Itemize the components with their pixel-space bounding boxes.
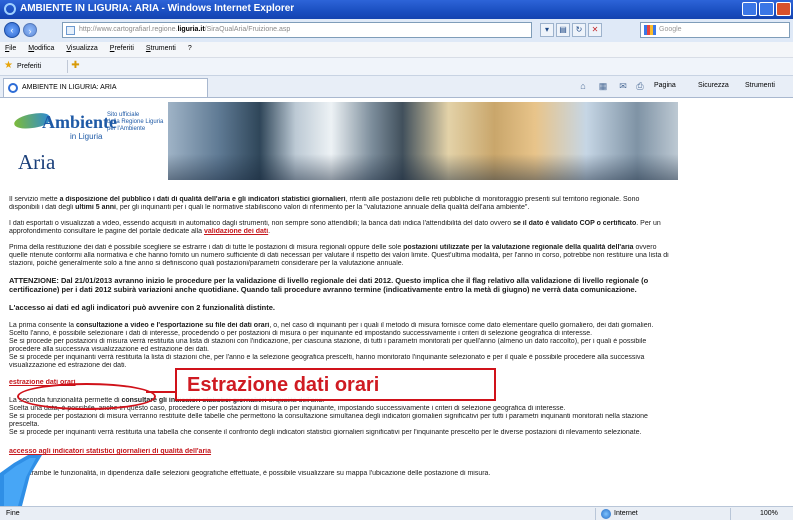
tab-bar: AMBIENTE IN LIGURIA: ARIA ⌂ ▦ ✉ ⎙ Pagina… xyxy=(0,76,793,98)
url-prefix: http://www.cartografiarl.regione. xyxy=(79,26,178,33)
first-function-line1: La prima consente la consultazione a vid… xyxy=(9,322,654,329)
map-paragraph: Per entrambe le funzionalità, in dipende… xyxy=(9,470,491,477)
second-function-line5: Se si procede per inquinanti verrà resti… xyxy=(9,429,642,436)
first-function-line3: Se si procede per postazioni di misura v… xyxy=(9,338,647,345)
site-logo[interactable]: Ambiente in Liguria Sito ufficiale della… xyxy=(12,108,163,176)
access-heading: L'accesso ai dati ed agli indicatori può… xyxy=(9,303,276,312)
print-icon[interactable]: ⎙ xyxy=(634,80,646,92)
minimize-button[interactable] xyxy=(742,2,757,16)
callout-text: Estrazione dati orari xyxy=(187,374,380,396)
favorites-bar: ★ Preferiti ✚ xyxy=(0,58,793,76)
callout-connector xyxy=(146,391,177,393)
refresh-icon[interactable]: ↻ xyxy=(572,23,586,37)
internet-zone-icon xyxy=(601,509,611,519)
dropdown-arrow-icon[interactable]: ▾ xyxy=(540,23,554,37)
validation-link[interactable]: validazione dei dati xyxy=(204,228,268,235)
tools-menu[interactable]: Strumenti xyxy=(745,82,775,89)
validity-paragraph-line1: I dati esportati o visualizzati a video,… xyxy=(9,220,661,227)
menu-strumenti[interactable]: Strumenti xyxy=(146,45,176,57)
status-divider-2 xyxy=(730,508,731,520)
ie-logo-icon xyxy=(4,3,16,15)
logo-tagline: Sito ufficiale della Regione Liguria per… xyxy=(107,112,163,133)
url-suffix: /SiraQualAria/Fruizione.asp xyxy=(204,26,291,33)
compatibility-icon[interactable]: ▤ xyxy=(556,23,570,37)
forward-button[interactable]: › xyxy=(23,23,37,37)
search-placeholder: Google xyxy=(659,26,682,33)
daily-indicators-link-row: accesso agli indicatori statistici giorn… xyxy=(9,448,787,456)
add-favorite-icon[interactable]: ✚ xyxy=(67,60,83,73)
section-title: Aria xyxy=(18,150,56,174)
attention-line1: ATTENZIONE: Dal 21/01/2013 avranno inizi… xyxy=(9,276,649,285)
logo-subtitle: in Liguria xyxy=(70,132,103,141)
address-toolbar: ‹ › http://www.cartografiarl.regione.lig… xyxy=(0,19,793,42)
url-domain: liguria.it xyxy=(177,26,205,33)
favorites-button[interactable]: Preferiti xyxy=(17,63,41,70)
attention-line2: certificazione) per i dati 2012 subirà v… xyxy=(9,285,637,294)
site-header: Ambiente in Liguria Sito ufficiale della… xyxy=(0,98,793,180)
second-function-line3: Se si procede per postazioni di misura v… xyxy=(9,413,648,420)
second-function-line4: prescelta. xyxy=(9,421,40,428)
page-favicon-icon xyxy=(66,26,75,35)
security-menu[interactable]: Sicurezza xyxy=(698,82,729,89)
security-zone: Internet xyxy=(614,510,638,517)
zoom-level[interactable]: 100% xyxy=(760,510,778,517)
blue-pointer-arrow-icon xyxy=(0,455,42,506)
logo-tagline-1: Sito ufficiale xyxy=(107,112,140,118)
menu-visualizza[interactable]: Visualizza xyxy=(66,45,97,57)
first-function-line2: Scelto l'anno, è possibile selezionare i… xyxy=(9,330,593,337)
status-bar: Fine Internet 100% xyxy=(0,506,793,520)
first-function-line5: Se si procede per inquinanti verrà resti… xyxy=(9,354,645,361)
intro-paragraph-line1: Il servizio mette a disposizione del pub… xyxy=(9,196,640,203)
status-divider xyxy=(595,508,596,520)
stations-paragraph-line2: quelle ritenute conformi alla normativa … xyxy=(9,252,669,259)
favorites-star-icon[interactable]: ★ xyxy=(4,61,13,71)
feeds-icon[interactable]: ▦ xyxy=(597,80,609,92)
menu-modifica[interactable]: Modifica xyxy=(28,45,54,57)
logo-tagline-2: della Regione Liguria xyxy=(107,119,164,125)
menu-file[interactable]: File xyxy=(5,45,16,57)
stations-paragraph-line3: stazioni, poiché generalmente solo a fin… xyxy=(9,260,404,267)
validity-paragraph-line2: approfondimento consultare le pagine del… xyxy=(9,228,271,235)
status-text: Fine xyxy=(6,510,20,517)
google-icon xyxy=(644,25,656,35)
home-icon[interactable]: ⌂ xyxy=(577,80,589,92)
callout-box: Estrazione dati orari xyxy=(175,368,496,401)
back-button[interactable]: ‹ xyxy=(4,22,20,38)
mail-icon[interactable]: ✉ xyxy=(617,80,629,92)
menu-help[interactable]: ? xyxy=(188,45,192,57)
logo-title: Ambiente xyxy=(42,112,117,132)
page-content: Ambiente in Liguria Sito ufficiale della… xyxy=(0,98,793,506)
menu-bar: File Modifica Visualizza Preferiti Strum… xyxy=(0,42,793,58)
window-controls xyxy=(742,2,791,16)
tab-ambiente-aria[interactable]: AMBIENTE IN LIGURIA: ARIA xyxy=(3,78,208,97)
stations-paragraph-line1: Prima della restituzione dei dati è poss… xyxy=(9,244,657,251)
maximize-button[interactable] xyxy=(759,2,774,16)
first-function-line4: procedere alla successiva visualizzazion… xyxy=(9,346,209,353)
search-input[interactable]: Google xyxy=(640,22,790,38)
highlight-ellipse xyxy=(17,383,156,410)
menu-preferiti[interactable]: Preferiti xyxy=(110,45,134,57)
stop-icon[interactable]: ✕ xyxy=(588,23,602,37)
tab-label: AMBIENTE IN LIGURIA: ARIA xyxy=(22,84,117,91)
daily-indicators-link[interactable]: accesso agli indicatori statistici giorn… xyxy=(9,448,211,455)
header-photo-shade xyxy=(168,154,678,180)
page-menu[interactable]: Pagina xyxy=(654,82,676,89)
window-titlebar: AMBIENTE IN LIGURIA: ARIA - Windows Inte… xyxy=(0,0,793,19)
ie-tab-icon xyxy=(8,83,18,93)
close-button[interactable] xyxy=(776,2,791,16)
intro-paragraph-line2: disponibili i dati degli ultimi 5 anni, … xyxy=(9,204,530,211)
logo-tagline-3: per l'Ambiente xyxy=(107,126,146,132)
address-input[interactable]: http://www.cartografiarl.regione.liguria… xyxy=(62,22,532,38)
window-title: AMBIENTE IN LIGURIA: ARIA - Windows Inte… xyxy=(20,3,295,14)
